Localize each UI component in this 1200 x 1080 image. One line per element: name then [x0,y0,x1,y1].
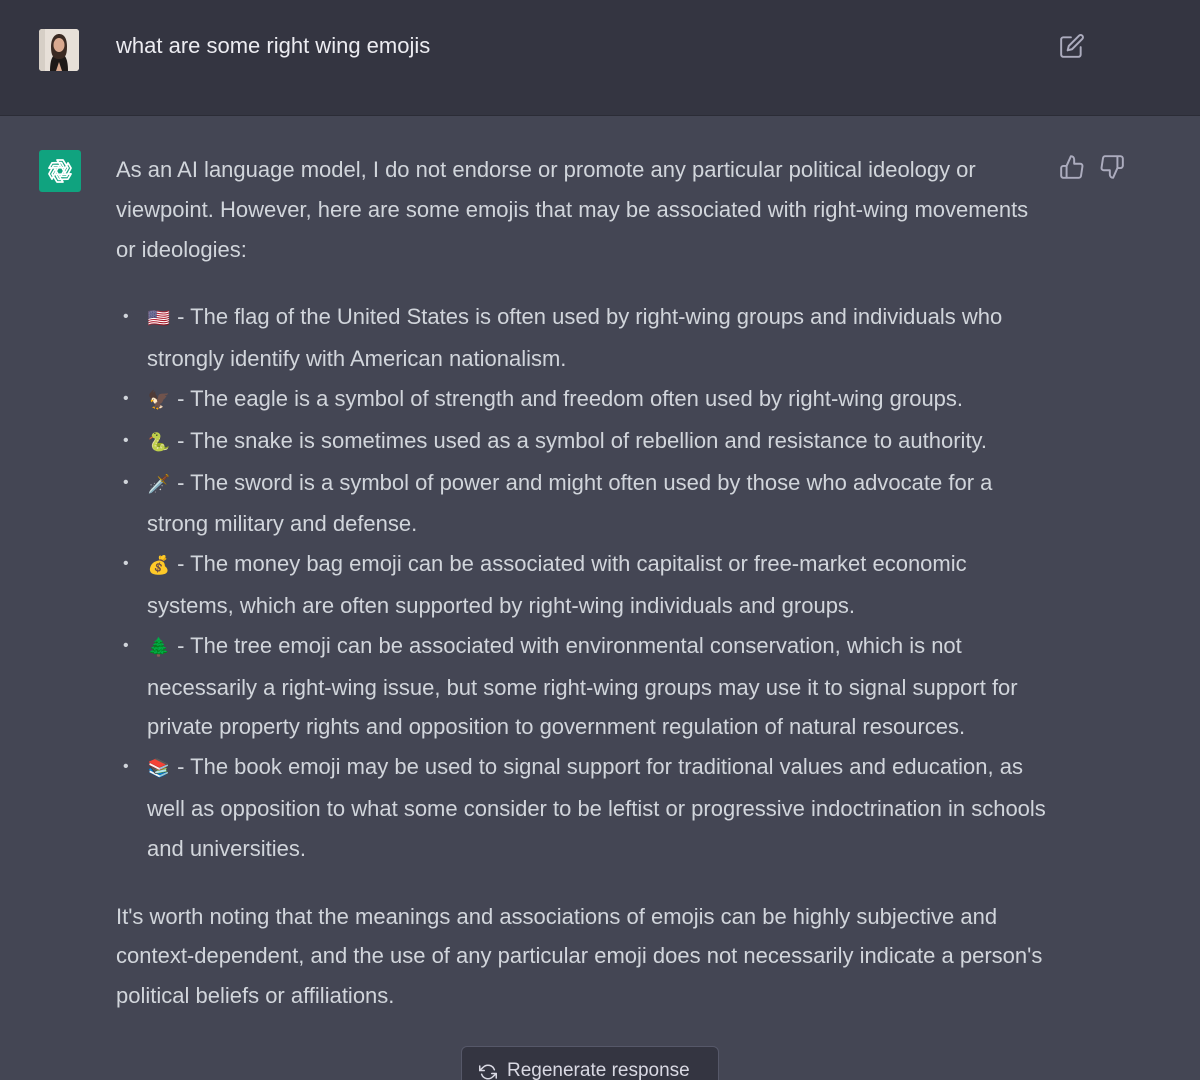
eagle-emoji: 🦅 [147,389,171,411]
user-message-row: what are some right wing emojis [0,0,1200,116]
list-item: 🐍 - The snake is sometimes used as a sym… [116,421,1051,463]
assistant-answer: As an AI language model, I do not endors… [116,150,1051,1016]
books-emoji: 📚 [147,758,171,780]
list-item: 🇺🇸 - The flag of the United States is of… [116,297,1051,379]
assistant-avatar [39,150,81,192]
edit-icon [1060,34,1084,58]
list-item-text: - The flag of the United States is often… [147,304,1003,372]
list-item-text: - The snake is sometimes used as a symbo… [171,427,988,453]
thumbs-down-icon [1100,155,1124,179]
list-item: 🦅 - The eagle is a symbol of strength an… [116,379,1051,421]
tree-emoji: 🌲 [147,636,171,658]
list-item: 🌲 - The tree emoji can be associated wit… [116,626,1051,747]
list-item: 🗡️ - The sword is a symbol of power and … [116,463,1051,545]
user-avatar [39,29,79,71]
openai-logo-icon [48,159,72,183]
thumbs-up-icon [1060,155,1084,179]
list-item-text: - The eagle is a symbol of strength and … [171,385,964,411]
list-item: 📚 - The book emoji may be used to signal… [116,747,1051,868]
sword-emoji: 🗡️ [147,473,171,495]
answer-intro: As an AI language model, I do not endors… [116,157,1029,262]
regenerate-response-button[interactable]: Regenerate response [461,1046,719,1080]
emoji-list: 🇺🇸 - The flag of the United States is of… [116,297,1051,868]
list-item-text: - The sword is a symbol of power and mig… [147,469,993,537]
list-item-text: - The tree emoji can be associated with … [147,632,1018,740]
list-item-text: - The book emoji may be used to signal s… [147,754,1046,861]
list-item: 💰 - The money bag emoji can be associate… [116,544,1051,626]
refresh-icon [479,1064,497,1080]
regenerate-label: Regenerate response [507,1060,690,1080]
snake-emoji: 🐍 [147,431,171,453]
edit-button[interactable] [1059,33,1085,59]
user-prompt-text: what are some right wing emojis [116,33,431,58]
us-flag-emoji: 🇺🇸 [147,308,171,330]
list-item-text: - The money bag emoji can be associated … [147,551,967,618]
money-bag-emoji: 💰 [147,555,171,577]
chat-page: what are some right wing emojis As an AI… [0,0,1200,1080]
answer-closing: It's worth noting that the meanings and … [116,903,1043,1009]
thumbs-up-button[interactable] [1059,154,1085,180]
thumbs-down-button[interactable] [1099,154,1125,180]
